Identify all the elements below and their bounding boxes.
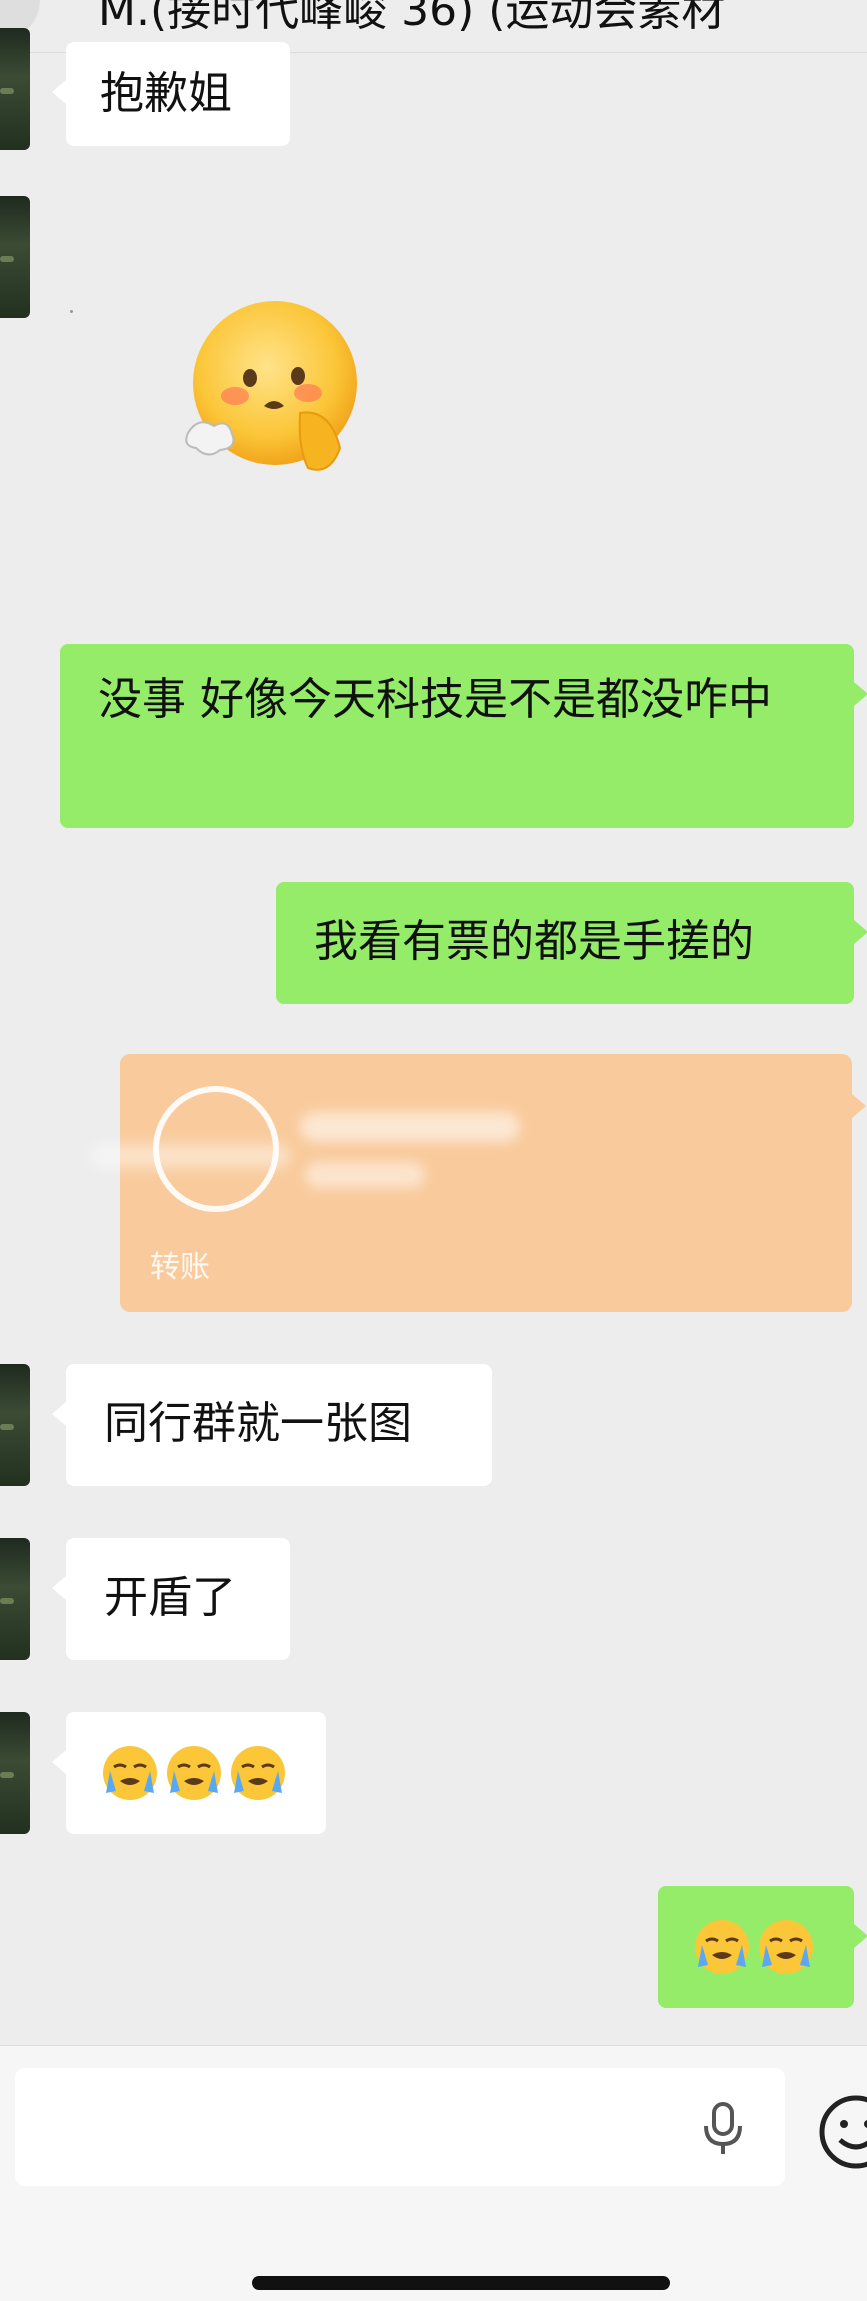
message-input[interactable]: [15, 2068, 785, 2186]
home-indicator: [252, 2276, 670, 2290]
blur-streak: [90, 1144, 290, 1168]
input-bar: [0, 2045, 867, 2301]
blurred-amount: [300, 1112, 520, 1142]
message-bubble[interactable]: 我看有票的都是手搓的: [276, 882, 867, 1004]
message-bubble[interactable]: 开盾了: [52, 1538, 290, 1660]
avatar[interactable]: [0, 1538, 30, 1660]
loudly-crying-face-icon: [695, 1920, 749, 1974]
message-bubble[interactable]: [52, 1712, 326, 1834]
loudly-crying-face-icon: [167, 1746, 221, 1800]
loudly-crying-face-icon: [231, 1746, 285, 1800]
avatar[interactable]: [0, 1364, 30, 1486]
loudly-crying-face-icon: [103, 1746, 157, 1800]
avatar[interactable]: [0, 196, 30, 318]
transfer-label: 转账: [150, 1250, 210, 1285]
message-bubble[interactable]: 同行群就一张图: [52, 1364, 492, 1486]
blushing-sweat-sticker[interactable]: [180, 298, 360, 478]
message-bubble[interactable]: 抱歉姐: [52, 42, 290, 146]
blurred-status: [305, 1162, 425, 1188]
message-bubble[interactable]: 没事 好像今天科技是不是都没咋中: [60, 644, 867, 828]
transfer-card[interactable]: 转账: [90, 1054, 866, 1312]
emoji-icon[interactable]: [816, 2092, 867, 2172]
avatar[interactable]: [0, 28, 30, 150]
microphone-icon[interactable]: [695, 2098, 751, 2158]
message-bubble[interactable]: [658, 1886, 867, 2008]
loudly-crying-face-icon: [759, 1920, 813, 1974]
avatar[interactable]: [0, 1712, 30, 1834]
dot: [70, 310, 73, 313]
chat-title: M.(接时代峰峻 36) (运动会素材: [98, 0, 726, 36]
